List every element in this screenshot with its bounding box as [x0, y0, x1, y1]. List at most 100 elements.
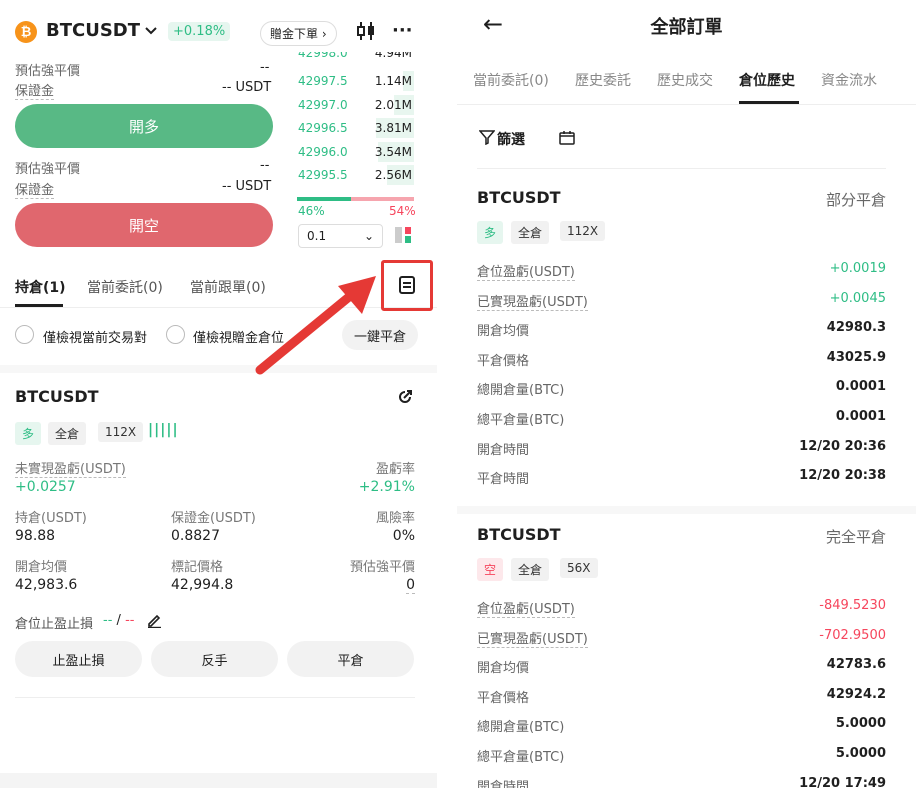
side-badge: 空 [477, 558, 504, 581]
ob-price: 42996.5 [298, 121, 348, 135]
share-icon[interactable] [396, 388, 414, 406]
tab-trade-history[interactable]: 歷史成交 [657, 70, 713, 90]
card-row: 開倉均價 42783.6 [477, 657, 886, 676]
orderbook-row[interactable]: 42996.5 3.81M [296, 118, 414, 138]
bonus-position-checkbox[interactable] [166, 325, 185, 344]
margin-value: 0.8827 [171, 528, 220, 544]
card-row: 總平倉量(BTC) 0.0001 [477, 409, 886, 428]
row-value: 43025.9 [826, 349, 886, 365]
card-row: 總開倉量(BTC) 0.0001 [477, 379, 886, 398]
mark-price-value: 42,994.8 [171, 577, 234, 593]
divider [15, 697, 415, 698]
tab-position-history[interactable]: 倉位歷史 [739, 70, 795, 90]
row-value: 12/20 17:49 [799, 775, 886, 788]
long-liq-value: -- [260, 60, 270, 75]
ob-price: 42998.0 [298, 52, 348, 60]
row-label: 平倉價格 [477, 353, 530, 369]
price-change-badge: +0.18% [168, 22, 231, 41]
more-icon[interactable]: ··· [392, 20, 413, 41]
edit-icon[interactable] [146, 612, 162, 628]
card-row: 開倉時間 12/20 17:49 [477, 776, 886, 788]
row-label: 開倉均價 [477, 661, 530, 677]
orderbook-row[interactable]: 42996.0 3.54M [296, 141, 414, 162]
ob-qty: 3.81M [374, 121, 412, 135]
roe-label: 盈虧率 [375, 462, 415, 477]
card-symbol: BTCUSDT [477, 188, 561, 207]
tab-current-orders[interactable]: 當前委託(0) [473, 70, 549, 90]
open-long-button[interactable]: 開多 [15, 104, 273, 148]
ob-price: 42997.0 [298, 97, 348, 112]
margin-mode-badge: 全倉 [511, 558, 550, 581]
row-label: 已實現盈虧(USDT) [477, 291, 588, 311]
short-liq-value: -- [260, 158, 270, 173]
tpsl-separator: / [116, 613, 121, 628]
orderbook-row[interactable]: 42995.5 2.56M [296, 165, 414, 185]
tab-order-history[interactable]: 歷史委託 [575, 70, 631, 90]
sell-percent: 54% [389, 204, 416, 218]
pair-title[interactable]: BTCUSDT [46, 20, 140, 41]
chevron-down-icon[interactable] [144, 26, 158, 36]
current-pair-checkbox[interactable] [15, 325, 34, 344]
row-value: 12/20 20:38 [799, 468, 886, 484]
open-short-button[interactable]: 開空 [15, 203, 273, 247]
roe-value: +2.91% [358, 479, 415, 495]
precision-select[interactable]: 0.1 ⌄ [298, 224, 383, 248]
tab-open-orders[interactable]: 當前委託(0) [87, 277, 163, 297]
row-value: +0.0045 [829, 290, 886, 306]
short-margin-label: 保證金 [15, 179, 55, 199]
reverse-button[interactable]: 反手 [151, 641, 278, 677]
close-position-button[interactable]: 平倉 [287, 641, 414, 677]
leverage-badge: 112X [98, 422, 144, 442]
margin-mode-badge: 全倉 [48, 422, 87, 445]
orderbook-row[interactable]: 42997.0 2.01M [296, 94, 414, 115]
card-row: 平倉價格 43025.9 [477, 350, 886, 369]
candlestick-chart-icon[interactable] [356, 20, 376, 42]
row-label: 開倉時間 [477, 779, 530, 788]
position-symbol: BTCUSDT [15, 387, 99, 406]
card-row: 平倉價格 42924.2 [477, 687, 886, 706]
long-margin-label: 保證金 [15, 80, 55, 100]
sl-value: -- [125, 613, 135, 628]
orderbook-row[interactable]: 42997.5 1.14M [296, 71, 414, 91]
side-badge: 多 [15, 422, 42, 445]
tp-value: -- [103, 613, 113, 628]
orderbook-layout-icon[interactable] [394, 226, 412, 244]
bottom-bar [0, 773, 437, 788]
long-liq-label: 預估強平價 [15, 64, 81, 79]
short-liq-label: 預估強平價 [15, 162, 81, 177]
side-badge: 多 [477, 221, 504, 244]
card-row: 總開倉量(BTC) 5.0000 [477, 716, 886, 735]
tab-positions[interactable]: 持倉(1) [15, 277, 66, 297]
row-value: 42980.3 [826, 320, 886, 336]
margin-label: 保證金(USDT) [171, 511, 256, 526]
gift-order-button[interactable]: 贈金下單 › [260, 21, 337, 46]
ob-qty: 1.14M [374, 74, 412, 88]
row-label: 總開倉量(BTC) [477, 720, 565, 736]
row-label: 開倉時間 [477, 442, 530, 458]
annotation-arrow-icon [255, 276, 376, 375]
ob-price: 42995.5 [298, 168, 348, 182]
unrealized-pnl-value: +0.0257 [15, 479, 76, 495]
tpsl-button[interactable]: 止盈止損 [15, 641, 142, 677]
row-value: +0.0019 [829, 261, 886, 276]
card-row: 平倉時間 12/20 20:38 [477, 468, 886, 487]
gift-label: 贈金下單 [270, 27, 319, 41]
ob-qty: 2.56M [374, 168, 412, 182]
calendar-icon[interactable] [559, 130, 575, 145]
section-divider [457, 506, 916, 514]
mark-price-label: 標記價格 [171, 560, 224, 575]
row-value: 0.0001 [835, 409, 886, 424]
row-value: 5.0000 [835, 716, 886, 732]
buy-percent: 46% [298, 204, 325, 218]
card-row: 倉位盈虧(USDT) +0.0019 [477, 261, 886, 281]
tab-fund-flow[interactable]: 資金流水 [821, 70, 877, 90]
card-symbol: BTCUSDT [477, 525, 561, 544]
precision-value: 0.1 [307, 229, 327, 243]
row-label: 平倉時間 [477, 472, 530, 488]
order-history-icon[interactable] [398, 275, 416, 295]
filter-label[interactable]: 篩選 [497, 129, 525, 149]
row-value: 12/20 20:36 [799, 438, 886, 454]
filter-icon[interactable] [479, 129, 495, 145]
card-row: 總平倉量(BTC) 5.0000 [477, 746, 886, 765]
open-price-value: 42,983.6 [15, 577, 78, 593]
